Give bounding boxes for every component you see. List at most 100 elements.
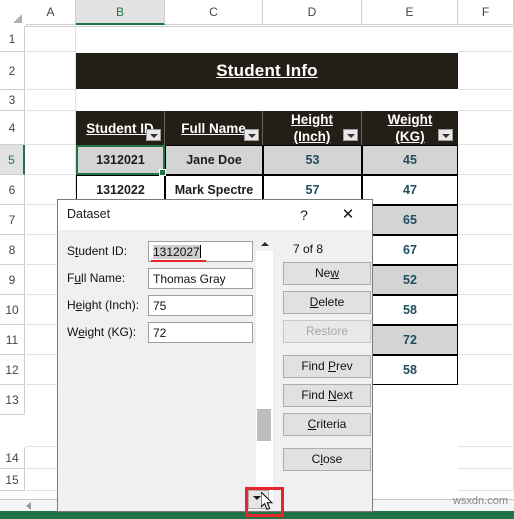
column-header-F[interactable]: F — [458, 0, 514, 25]
text-caret — [199, 245, 201, 258]
table-row[interactable]: 52 — [362, 265, 458, 295]
delete-button[interactable]: Delete — [283, 291, 371, 314]
column-header-D[interactable]: D — [263, 0, 362, 25]
grid-cell-A2[interactable] — [26, 52, 76, 90]
grid-cell-F6[interactable] — [458, 175, 514, 205]
table-row[interactable]: 53 — [263, 145, 362, 175]
record-counter: 7 of 8 — [292, 242, 324, 256]
filter-dropdown-icon-student-id[interactable] — [146, 129, 161, 141]
record-scrollbar-thumb[interactable] — [257, 409, 271, 441]
table-row[interactable]: Jane Doe — [165, 145, 263, 175]
row-header-4[interactable]: 4 — [0, 111, 25, 145]
grid-cell-F2[interactable] — [458, 52, 514, 90]
select-all-corner-button[interactable] — [0, 0, 27, 27]
table-header-full-name-label: Full Name — [181, 120, 246, 136]
table-row[interactable]: 58 — [362, 295, 458, 325]
grid-cell-F12[interactable] — [458, 355, 514, 385]
scroll-left-arrow-icon[interactable] — [26, 502, 31, 510]
highlight-underline — [151, 260, 206, 262]
table-row[interactable]: 72 — [362, 325, 458, 355]
record-scrollbar[interactable] — [256, 236, 273, 504]
filter-dropdown-icon-height[interactable] — [343, 129, 358, 141]
table-row[interactable]: 47 — [362, 175, 458, 205]
column-header-B[interactable]: B — [76, 0, 165, 25]
filter-dropdown-icon-full-name[interactable] — [244, 129, 259, 141]
weight-input[interactable]: 72 — [148, 322, 253, 343]
column-header-C[interactable]: C — [165, 0, 263, 25]
grid-cell-F15[interactable] — [458, 469, 514, 491]
row-header-10[interactable]: 10 — [0, 295, 25, 325]
btn-part: Find — [301, 388, 328, 402]
table-row[interactable]: 58 — [362, 355, 458, 385]
label-part: ight (KG): — [84, 325, 137, 339]
full-name-label: Full Name: — [67, 271, 125, 285]
grid-cell-F9[interactable] — [458, 265, 514, 295]
table-row[interactable]: 45 — [362, 145, 458, 175]
label-part: ight (Inch): — [82, 298, 140, 312]
grid-cell-A5[interactable] — [26, 145, 76, 175]
row-header-12[interactable]: 12 — [0, 355, 25, 385]
row-header-5[interactable]: 5 — [0, 145, 25, 175]
row-header-15[interactable]: 15 — [0, 469, 25, 491]
label-part: W — [67, 325, 79, 339]
table-header-height-label-line1: Height — [291, 112, 333, 127]
table-row[interactable]: 65 — [362, 205, 458, 235]
grid-cell-F14[interactable] — [458, 447, 514, 469]
row-header-7[interactable]: 7 — [0, 205, 25, 235]
filter-dropdown-icon-weight[interactable] — [438, 129, 453, 141]
dialog-title-text: Dataset — [67, 207, 111, 221]
grid-cell-A1[interactable] — [26, 26, 76, 52]
grid-cell-A3[interactable] — [26, 90, 76, 111]
new-button[interactable]: New — [283, 262, 371, 285]
row-header-11[interactable]: 11 — [0, 325, 25, 355]
label-part: S — [67, 244, 76, 258]
student-id-value: 1312027 — [153, 245, 200, 259]
btn-part: rev — [336, 359, 353, 373]
row-header-1[interactable]: 1 — [0, 26, 25, 52]
dialog-title-bar[interactable]: Dataset ? ✕ — [58, 200, 372, 230]
grid-cell-F3[interactable] — [458, 90, 514, 111]
grid-cell-F10[interactable] — [458, 295, 514, 325]
grid-cell-F13[interactable] — [458, 385, 514, 447]
btn-part: Ne — [314, 266, 331, 280]
grid-cell-F1[interactable] — [458, 26, 514, 52]
close-x-icon[interactable]: ✕ — [334, 204, 362, 226]
mouse-cursor — [260, 490, 275, 512]
btn-accel: P — [328, 359, 337, 373]
question-mark-icon[interactable]: ? — [291, 204, 317, 226]
row-header-6[interactable]: 6 — [0, 175, 25, 205]
grid-cell-F11[interactable] — [458, 325, 514, 355]
row-header-14[interactable]: 14 — [0, 447, 25, 469]
weight-label: Weight (KG): — [67, 325, 136, 339]
dataset-form-dialog[interactable]: Dataset ? ✕ Student ID: 1312027 Full Nam… — [57, 199, 373, 512]
table-row[interactable]: 1312021 — [76, 145, 165, 175]
student-id-label: Student ID: — [67, 244, 127, 258]
table-row[interactable]: 67 — [362, 235, 458, 265]
student-id-input[interactable]: 1312027 — [148, 241, 253, 262]
find-next-button[interactable]: Find Next — [283, 384, 371, 407]
grid-cell-A4[interactable] — [26, 111, 76, 145]
grid-cell-F7[interactable] — [458, 205, 514, 235]
row-header-9[interactable]: 9 — [0, 265, 25, 295]
column-header-A[interactable]: A — [26, 0, 76, 25]
field-row-height: Height (Inch): 75 — [67, 295, 287, 316]
criteria-button[interactable]: Criteria — [283, 413, 371, 436]
find-prev-button[interactable]: Find Prev — [283, 355, 371, 378]
grid-cell-F4[interactable] — [458, 111, 514, 145]
grid-cell-F8[interactable] — [458, 235, 514, 265]
grid-cell-F5[interactable] — [458, 145, 514, 175]
label-part: ll Name: — [81, 271, 126, 285]
full-name-input[interactable]: Thomas Gray — [148, 268, 253, 289]
row-header-13[interactable]: 13 — [0, 385, 25, 415]
column-header-E[interactable]: E — [362, 0, 458, 25]
sheet-title-banner[interactable]: Student Info — [76, 53, 458, 89]
height-input[interactable]: 75 — [148, 295, 253, 316]
close-button[interactable]: Close — [283, 448, 371, 471]
row-header-3[interactable]: 3 — [0, 90, 25, 111]
row-header-8[interactable]: 8 — [0, 235, 25, 265]
btn-part: riteria — [316, 417, 347, 431]
btn-part: ext — [336, 388, 353, 402]
weight-value: 72 — [153, 326, 167, 340]
watermark-text: wsxdn.com — [452, 495, 508, 507]
row-header-2[interactable]: 2 — [0, 52, 25, 90]
